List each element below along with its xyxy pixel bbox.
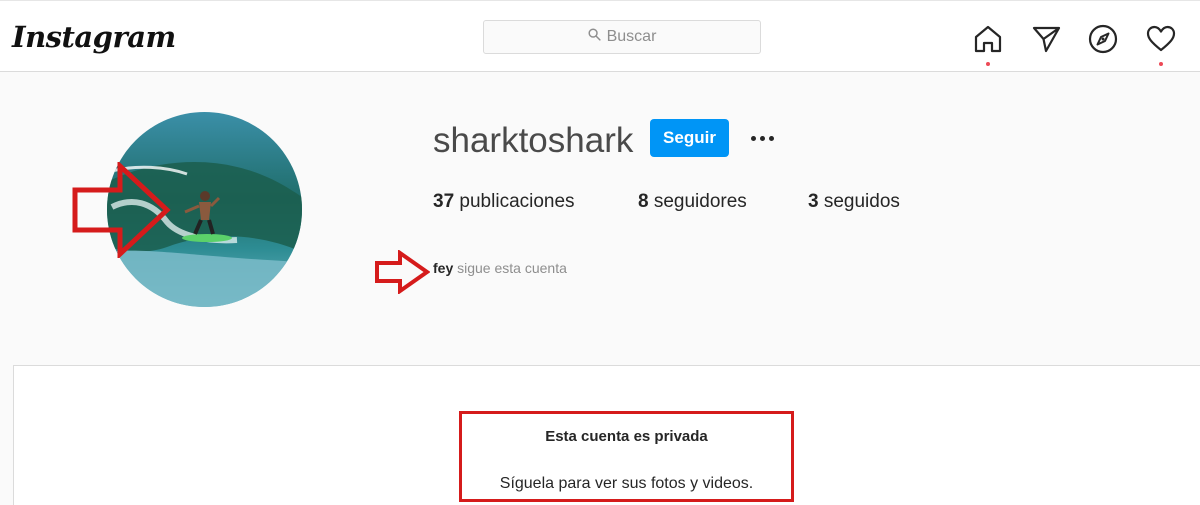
followed-by-text: sigue esta cuenta (457, 260, 567, 276)
annotation-arrow-avatar (72, 162, 171, 258)
home-icon[interactable] (972, 23, 1004, 55)
profile-username: sharktoshark (433, 121, 634, 160)
following-stat[interactable]: 3 seguidos (808, 191, 900, 213)
followed-by-user: fey (433, 260, 454, 276)
home-notification-dot (986, 62, 990, 66)
search-icon (588, 28, 601, 46)
private-account-subtitle: Síguela para ver sus fotos y videos. (499, 475, 754, 492)
activity-notification-dot (1159, 62, 1163, 66)
private-account-title: Esta cuenta es privada (545, 428, 708, 445)
explore-compass-icon[interactable] (1087, 23, 1119, 55)
posts-count-stat: 37 publicaciones (433, 191, 575, 213)
following-count: 3 (808, 191, 819, 212)
followed-by-line[interactable]: fey sigue esta cuenta (433, 260, 567, 276)
instagram-logo[interactable]: Instagram (12, 20, 176, 54)
followers-stat[interactable]: 8 seguidores (638, 191, 747, 213)
follow-button[interactable]: Seguir (650, 119, 729, 157)
more-options-icon[interactable] (745, 126, 779, 150)
annotation-arrow-followed-by (375, 250, 430, 294)
top-nav-bar: Instagram Buscar (0, 0, 1200, 72)
following-label: seguidos (823, 191, 900, 212)
direct-send-icon[interactable] (1030, 23, 1062, 55)
posts-count: 37 (433, 191, 455, 212)
followers-count: 8 (638, 191, 649, 212)
search-box[interactable]: Buscar (483, 20, 761, 54)
search-placeholder: Buscar (606, 28, 657, 45)
followers-label: seguidores (653, 191, 747, 212)
activity-heart-icon[interactable] (1145, 23, 1177, 55)
posts-label: publicaciones (459, 191, 575, 212)
